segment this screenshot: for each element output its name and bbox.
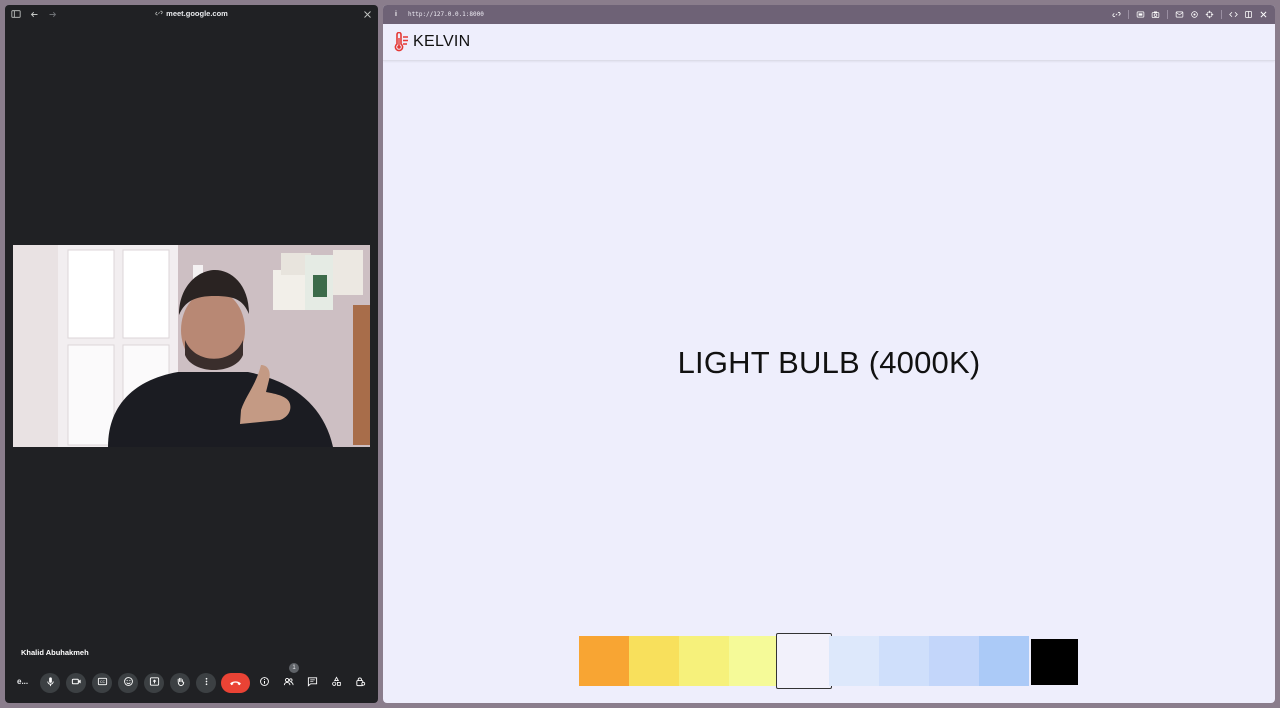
forward-arrow-icon[interactable]: [46, 8, 58, 20]
end-call-button[interactable]: [221, 673, 250, 693]
captions-button[interactable]: CC: [92, 673, 112, 693]
toolbar-divider: [1221, 10, 1222, 19]
meet-url-text[interactable]: meet.google.com: [166, 9, 228, 18]
activities-icon: [331, 674, 342, 692]
present-screen-icon: [149, 674, 160, 692]
meet-window: meet.google.com Khalid Abuhakmeh e... CC…: [5, 5, 378, 703]
code-icon[interactable]: [1228, 9, 1239, 20]
activities-button[interactable]: [326, 673, 346, 693]
split-view-icon[interactable]: [1243, 9, 1254, 20]
crosshair-icon[interactable]: [1204, 9, 1215, 20]
video-frame-image: [13, 245, 370, 447]
more-options-icon: [201, 674, 212, 692]
emoji-icon: [123, 674, 134, 692]
svg-text:CC: CC: [99, 680, 105, 684]
meeting-info-button[interactable]: [254, 673, 274, 693]
chat-button[interactable]: [302, 673, 322, 693]
mail-icon[interactable]: [1174, 9, 1185, 20]
brand-name[interactable]: KELVIN: [413, 33, 471, 51]
people-button[interactable]: [278, 673, 298, 693]
microphone-button[interactable]: [40, 673, 60, 693]
info-icon[interactable]: i: [391, 11, 401, 18]
chat-icon: [307, 674, 318, 692]
current-light-title: LIGHT BULB (4000K): [677, 345, 981, 380]
toolbar-tools: [1111, 5, 1269, 24]
swatch-5[interactable]: [776, 633, 832, 689]
more-options-button[interactable]: [196, 673, 216, 693]
swatch-9[interactable]: [979, 636, 1029, 686]
swatch-1[interactable]: [579, 636, 629, 686]
present-screen-button[interactable]: [144, 673, 164, 693]
kelvin-header: KELVIN: [383, 24, 1275, 61]
camera-icon[interactable]: [1150, 9, 1161, 20]
settings-icon[interactable]: [1189, 9, 1200, 20]
screenshot-icon[interactable]: [1135, 9, 1146, 20]
swatch-6[interactable]: [829, 636, 879, 686]
people-count-badge: 1: [289, 663, 299, 673]
meet-controls-bar: e... CC 1: [5, 663, 378, 695]
participant-video: [13, 245, 370, 447]
host-controls-icon: [355, 674, 366, 692]
raise-hand-button[interactable]: [170, 673, 190, 693]
participant-name: Khalid Abuhakmeh: [21, 648, 89, 657]
thermometer-icon: [393, 31, 409, 52]
people-icon: [283, 674, 294, 692]
close-icon[interactable]: [1258, 9, 1269, 20]
swatch-7[interactable]: [879, 636, 929, 686]
sidebar-toggle-icon[interactable]: [10, 8, 22, 20]
camera-button[interactable]: [66, 673, 86, 693]
swatch-2[interactable]: [629, 636, 679, 686]
swatch-4[interactable]: [729, 636, 779, 686]
swatch-8[interactable]: [929, 636, 979, 686]
camera-icon: [71, 674, 82, 692]
end-call-icon: [229, 674, 242, 692]
captions-icon: CC: [97, 674, 108, 692]
meeting-code[interactable]: e...: [17, 677, 28, 686]
link-icon[interactable]: [1111, 9, 1122, 20]
toolbar-divider: [1128, 10, 1129, 19]
swatch-10[interactable]: [1031, 639, 1078, 685]
meeting-info-icon: [259, 674, 270, 692]
kelvin-toolbar: i http://127.0.0.1:8000: [383, 5, 1275, 24]
back-arrow-icon[interactable]: [28, 8, 40, 20]
microphone-icon: [45, 674, 56, 692]
emoji-button[interactable]: [118, 673, 138, 693]
kelvin-browser-window: i http://127.0.0.1:8000 KELVIN LIGHT BUL…: [383, 5, 1275, 703]
close-icon[interactable]: [361, 8, 373, 20]
swatch-3[interactable]: [679, 636, 729, 686]
link-icon: [155, 9, 163, 19]
toolbar-divider: [1167, 10, 1168, 19]
kelvin-url[interactable]: http://127.0.0.1:8000: [408, 11, 484, 18]
host-controls-button[interactable]: [350, 673, 370, 693]
raise-hand-icon: [175, 674, 186, 692]
color-swatches: [579, 633, 1079, 689]
